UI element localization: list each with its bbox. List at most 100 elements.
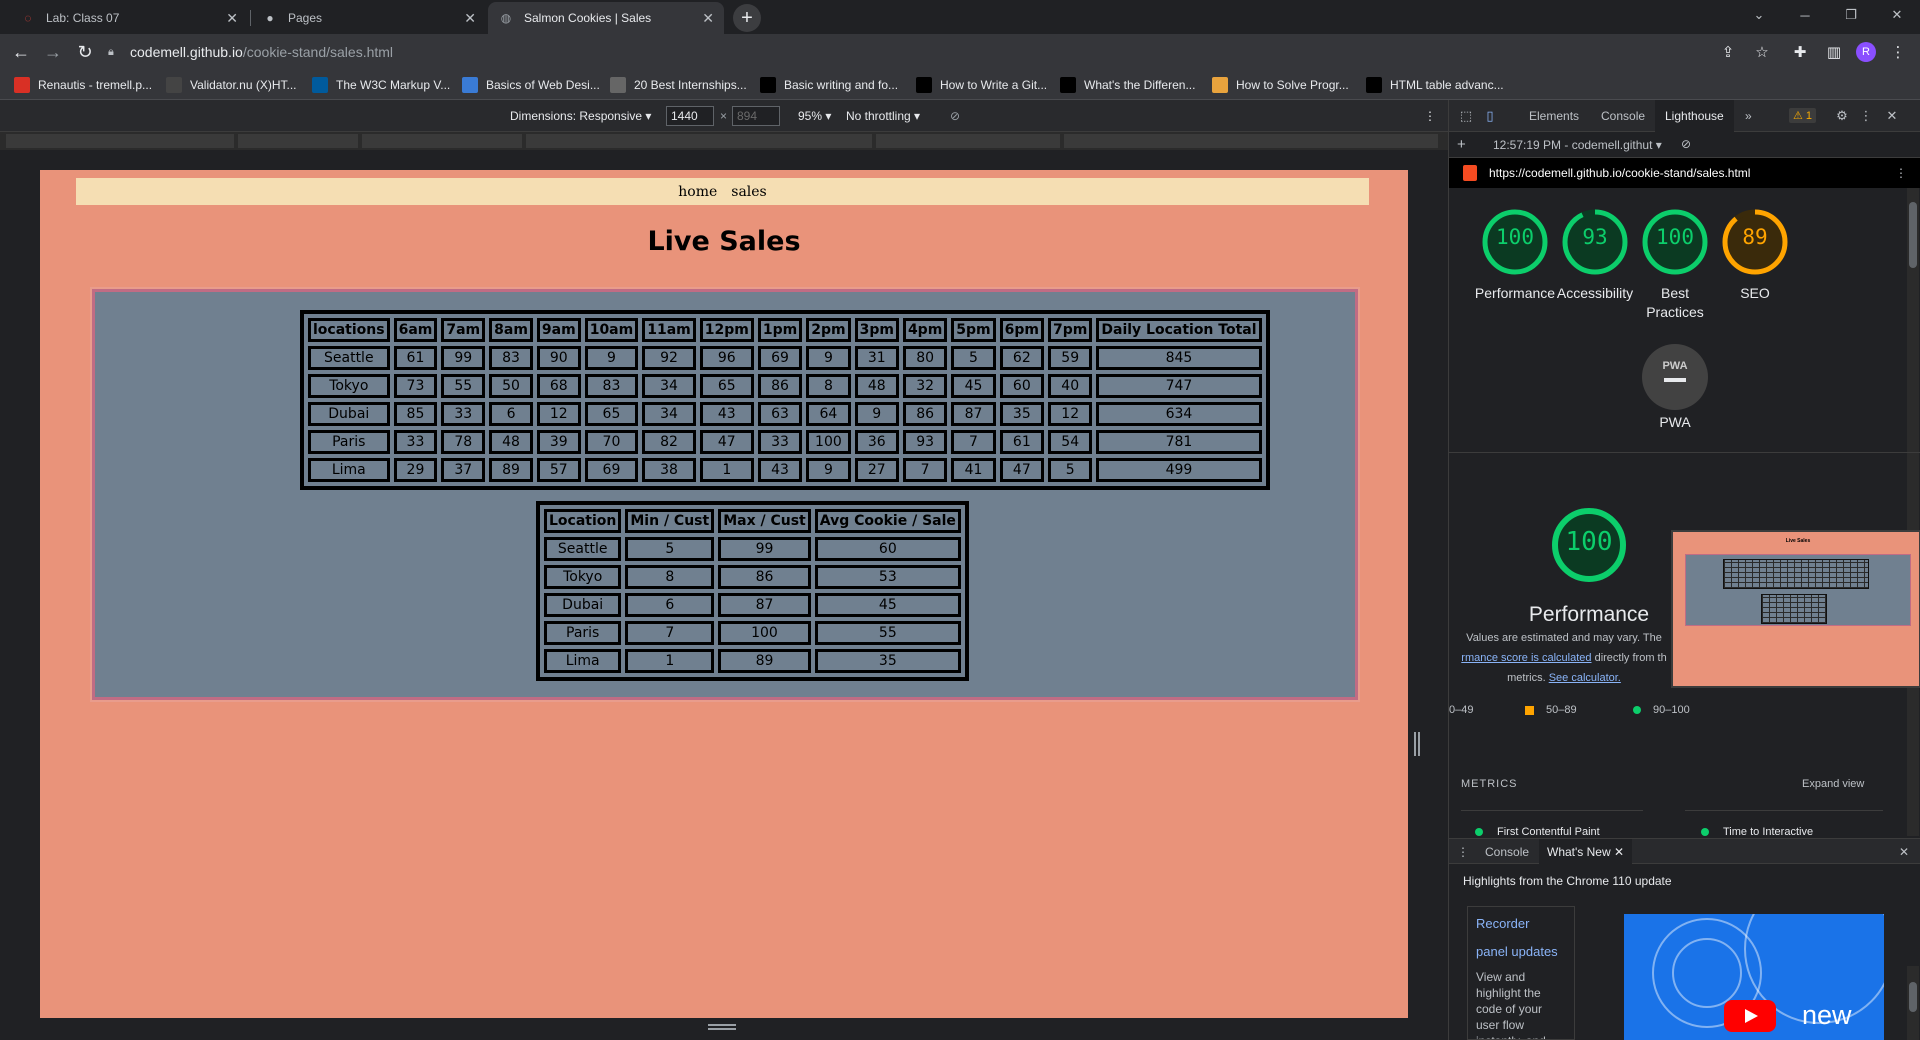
drawer-tab-console[interactable]: Console <box>1485 845 1529 859</box>
extensions-icon[interactable]: ✚ <box>1790 42 1810 62</box>
value-cell: 89 <box>489 458 533 482</box>
value-cell: 55 <box>814 621 961 645</box>
zoom-dropdown[interactable]: 95% ▾ <box>798 109 831 123</box>
bookmark-label: What's the Differen... <box>1084 78 1196 92</box>
report-url-text[interactable]: https://codemell.github.io/cookie-stand/… <box>1489 166 1750 180</box>
perf-desc-line: Values are estimated and may vary. The <box>1466 632 1662 644</box>
value-cell: 31 <box>854 346 899 370</box>
minimize-icon[interactable]: ─ <box>1782 0 1828 30</box>
bookmark-item[interactable]: Basics of Web Desi... <box>462 77 600 93</box>
value-cell: 845 <box>1096 346 1262 370</box>
throttling-dropdown[interactable]: No throttling ▾ <box>846 109 920 123</box>
value-cell: 38 <box>642 458 696 482</box>
bookmark-item[interactable]: Basic writing and fo... <box>760 77 898 93</box>
score-label: SEO <box>1740 285 1770 301</box>
browser-tab-active[interactable]: ◍ Salmon Cookies | Sales ✕ <box>488 2 724 34</box>
value-cell: 45 <box>814 593 961 617</box>
device-viewport: home sales Live Sales locations 6am 7am 8am… <box>0 150 1448 1040</box>
whats-new-heading: Highlights from the Chrome 110 update <box>1463 874 1672 888</box>
see-calculator-link[interactable]: See calculator. <box>1549 672 1621 684</box>
close-tab-icon[interactable]: ✕ <box>702 10 714 27</box>
whats-new-video[interactable]: new <box>1624 914 1884 1040</box>
location-cell: Paris <box>544 621 622 645</box>
inspect-icon[interactable]: ⬚ <box>1457 107 1475 125</box>
play-icon[interactable] <box>1724 1000 1776 1032</box>
menu-kebab-icon[interactable]: ⋮ <box>1888 42 1908 62</box>
report-scrollbar[interactable] <box>1907 188 1919 836</box>
address-bar[interactable]: 🔒︎ codemell.github.io/cookie-stand/sales… <box>108 37 1748 67</box>
pwa-badge[interactable]: PWA <box>1642 344 1708 410</box>
bookmark-item[interactable]: The W3C Markup V... <box>312 77 450 93</box>
share-icon[interactable]: ⇪ <box>1718 42 1738 62</box>
table-row: Tokyo 8 86 53 <box>544 565 961 589</box>
forward-icon[interactable]: → <box>40 39 66 65</box>
table-row: Seattle 5 99 60 <box>544 537 961 561</box>
tab-console[interactable]: Console <box>1601 109 1645 123</box>
dimensions-dropdown[interactable]: Dimensions: Responsive ▾ <box>510 109 651 123</box>
value-cell: 6 <box>625 593 715 617</box>
device-options-icon[interactable]: ⋮ <box>1424 109 1436 123</box>
width-input[interactable]: 1440 <box>666 106 714 126</box>
bookmark-item[interactable]: HTML table advanc... <box>1366 77 1504 93</box>
media-query-bar <box>0 132 1448 150</box>
score-gauge-seo[interactable]: 89 SEO <box>1705 208 1805 303</box>
value-cell: 55 <box>441 374 486 398</box>
bookmark-item[interactable]: Renautis - tremell.p... <box>14 77 152 93</box>
bookmark-item[interactable]: 20 Best Internships... <box>610 77 747 93</box>
more-tabs-icon[interactable]: » <box>1745 109 1752 123</box>
close-drawer-icon[interactable]: ✕ <box>1899 845 1909 859</box>
side-panel-icon[interactable]: ▥ <box>1824 42 1844 62</box>
close-window-icon[interactable]: ✕ <box>1874 0 1920 30</box>
value-cell: 47 <box>699 430 754 454</box>
rotate-icon[interactable]: ⊘ <box>950 109 960 123</box>
viewport-resize-handle[interactable] <box>708 1024 736 1030</box>
settings-gear-icon[interactable]: ⚙ <box>1833 107 1851 125</box>
column-header: Location <box>544 509 622 533</box>
browser-tab[interactable]: ◌ Lab: Class 07 ✕ <box>10 2 248 34</box>
devtools-splitter[interactable] <box>1414 732 1420 756</box>
close-devtools-icon[interactable]: ✕ <box>1883 107 1901 125</box>
expand-view-toggle[interactable]: Expand view <box>1802 778 1864 790</box>
report-menu-icon[interactable]: ⋮ <box>1895 166 1907 180</box>
reload-icon[interactable]: ↻ <box>72 39 98 65</box>
value-cell: 5 <box>625 537 715 561</box>
drawer-tab-whats-new[interactable]: What's New ✕ <box>1539 839 1633 864</box>
nav-sales-link[interactable]: sales <box>731 184 766 200</box>
score-calculated-link[interactable]: rmance score is calculated <box>1461 652 1591 664</box>
restore-icon[interactable]: ❐ <box>1828 0 1874 30</box>
tab-elements[interactable]: Elements <box>1529 109 1579 123</box>
nav-home-link[interactable]: home <box>678 184 717 200</box>
column-header: Min / Cust <box>625 509 715 533</box>
warning-badge[interactable]: ⚠ 1 <box>1789 108 1817 123</box>
browser-tab[interactable]: ● Pages ✕ <box>252 2 486 34</box>
devtools-menu-icon[interactable]: ⋮ <box>1857 107 1875 125</box>
value-cell: 6 <box>489 402 533 426</box>
tab-strip: ◌ Lab: Class 07 ✕ ● Pages ✕ ◍ Salmon Coo… <box>0 0 1920 34</box>
whats-new-card[interactable]: Recorder panel updates View and highligh… <box>1467 906 1575 1040</box>
column-header: 5pm <box>951 318 996 342</box>
bookmark-item[interactable]: How to Write a Git... <box>916 77 1047 93</box>
add-report-icon[interactable]: + <box>1457 136 1466 153</box>
device-toggle-icon[interactable]: ▯ <box>1481 107 1499 125</box>
bookmark-item[interactable]: How to Solve Progr... <box>1212 77 1349 93</box>
clear-report-icon[interactable]: ⊘ <box>1681 137 1691 151</box>
drawer-scrollbar[interactable] <box>1907 966 1919 1040</box>
close-tab-icon[interactable]: ✕ <box>464 10 476 27</box>
bookmark-label: Basic writing and fo... <box>784 78 899 92</box>
avatar[interactable]: R <box>1856 42 1876 62</box>
bookmark-item[interactable]: What's the Differen... <box>1060 77 1195 93</box>
value-cell: 29 <box>393 458 438 482</box>
bookmark-star-icon[interactable]: ☆ <box>1752 42 1772 62</box>
tab-search-icon[interactable]: ⌄ <box>1736 0 1782 30</box>
value-cell: 34 <box>642 402 696 426</box>
close-tab-icon[interactable]: ✕ <box>226 10 238 27</box>
bookmark-item[interactable]: Validator.nu (X)HT... <box>166 77 297 93</box>
location-cell: Lima <box>544 649 622 673</box>
new-tab-button[interactable]: + <box>733 4 761 32</box>
drawer-menu-icon[interactable]: ⋮ <box>1457 845 1469 859</box>
report-selector[interactable]: 12:57:19 PM - codemell.githut ▾ <box>1493 138 1662 152</box>
tab-lighthouse[interactable]: Lighthouse <box>1655 100 1734 132</box>
back-icon[interactable]: ← <box>8 39 34 65</box>
height-input[interactable]: 894 <box>732 106 780 126</box>
devtools-panel: ⬚ ▯ Elements Console Lighthouse » ⚠ 1 ⚙ … <box>1448 100 1920 1040</box>
